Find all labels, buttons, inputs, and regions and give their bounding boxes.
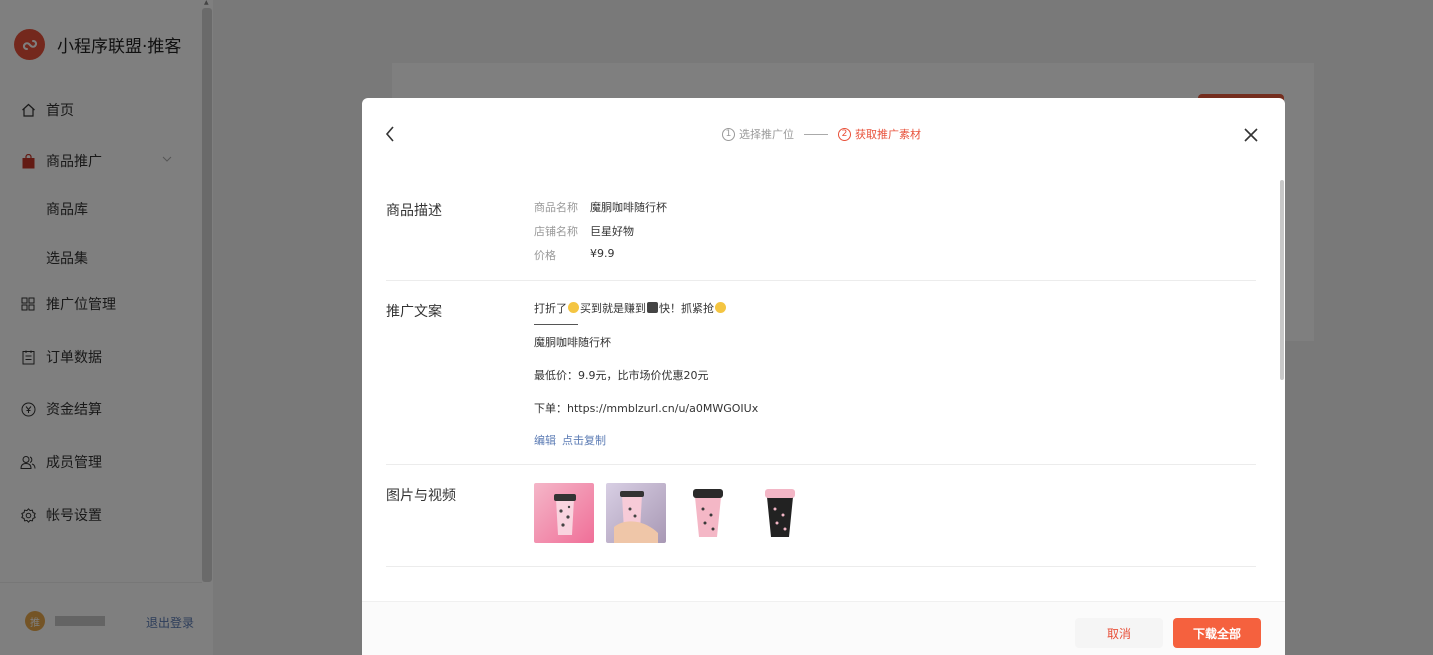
promotion-material-modal: 1 选择推广位 2 获取推广素材 商品描述 商品名称 魔胴咖啡随行杯 店铺名称 … bbox=[362, 98, 1285, 655]
bomb-emoji-icon bbox=[647, 302, 658, 313]
smile-emoji-icon bbox=[568, 302, 579, 313]
step-get-material: 2 获取推广素材 bbox=[838, 126, 921, 142]
cancel-button[interactable]: 取消 bbox=[1075, 618, 1163, 648]
edit-copy-link[interactable]: 编辑 bbox=[534, 434, 556, 447]
step-select-slot[interactable]: 1 选择推广位 bbox=[722, 126, 794, 142]
product-image-2[interactable] bbox=[606, 483, 666, 543]
shop-name-key: 店铺名称 bbox=[534, 225, 578, 238]
media-section-label: 图片与视频 bbox=[386, 488, 456, 504]
promo-copy-label: 推广文案 bbox=[386, 304, 442, 320]
section-divider bbox=[386, 566, 1256, 567]
modal-footer: 取消 下载全部 bbox=[362, 601, 1285, 655]
product-name-key: 商品名称 bbox=[534, 201, 578, 214]
copy-separator bbox=[534, 324, 578, 325]
modal-scrollbar[interactable] bbox=[1280, 180, 1284, 380]
copy-actions: 编辑 点击复制 bbox=[534, 432, 612, 448]
price-value: ¥9.9 bbox=[590, 247, 615, 260]
back-arrow-icon[interactable] bbox=[382, 124, 398, 144]
close-icon[interactable] bbox=[1242, 126, 1260, 144]
step-label: 选择推广位 bbox=[739, 128, 794, 141]
promo-copy-line-4: 下单：https://mmblzurl.cn/u/a0MWGOIUx bbox=[534, 402, 759, 415]
shop-name-row: 店铺名称 巨星好物 bbox=[534, 223, 634, 239]
step-label: 获取推广素材 bbox=[855, 128, 921, 141]
product-image-4[interactable] bbox=[750, 483, 810, 543]
price-key: 价格 bbox=[534, 249, 556, 262]
copy-text: 快！抓紧抢 bbox=[659, 302, 714, 315]
shock-emoji-icon bbox=[715, 302, 726, 313]
section-divider bbox=[386, 464, 1256, 465]
step-number: 2 bbox=[838, 127, 851, 141]
product-description-label: 商品描述 bbox=[386, 203, 442, 219]
promo-copy-line-2: 魔胴咖啡随行杯 bbox=[534, 336, 611, 349]
product-name-value: 魔胴咖啡随行杯 bbox=[590, 201, 667, 214]
product-name-row: 商品名称 魔胴咖啡随行杯 bbox=[534, 199, 667, 215]
promo-copy-line-1: 打折了 买到就是赚到 快！抓紧抢 bbox=[534, 300, 727, 316]
stepper: 1 选择推广位 2 获取推广素材 bbox=[722, 126, 921, 142]
product-image-1[interactable] bbox=[534, 483, 594, 543]
promo-copy-line-3: 最低价：9.9元，比市场价优惠20元 bbox=[534, 369, 709, 382]
step-number: 1 bbox=[722, 127, 735, 141]
copy-text-link[interactable]: 点击复制 bbox=[562, 434, 606, 447]
download-all-button[interactable]: 下载全部 bbox=[1173, 618, 1261, 648]
copy-text: 买到就是赚到 bbox=[580, 302, 646, 315]
section-divider bbox=[386, 280, 1256, 281]
product-image-3[interactable] bbox=[678, 483, 738, 543]
step-connector bbox=[804, 133, 828, 135]
copy-text: 打折了 bbox=[534, 302, 567, 315]
price-row: 价格 ¥9.9 bbox=[534, 247, 615, 263]
shop-name-value: 巨星好物 bbox=[590, 225, 634, 238]
